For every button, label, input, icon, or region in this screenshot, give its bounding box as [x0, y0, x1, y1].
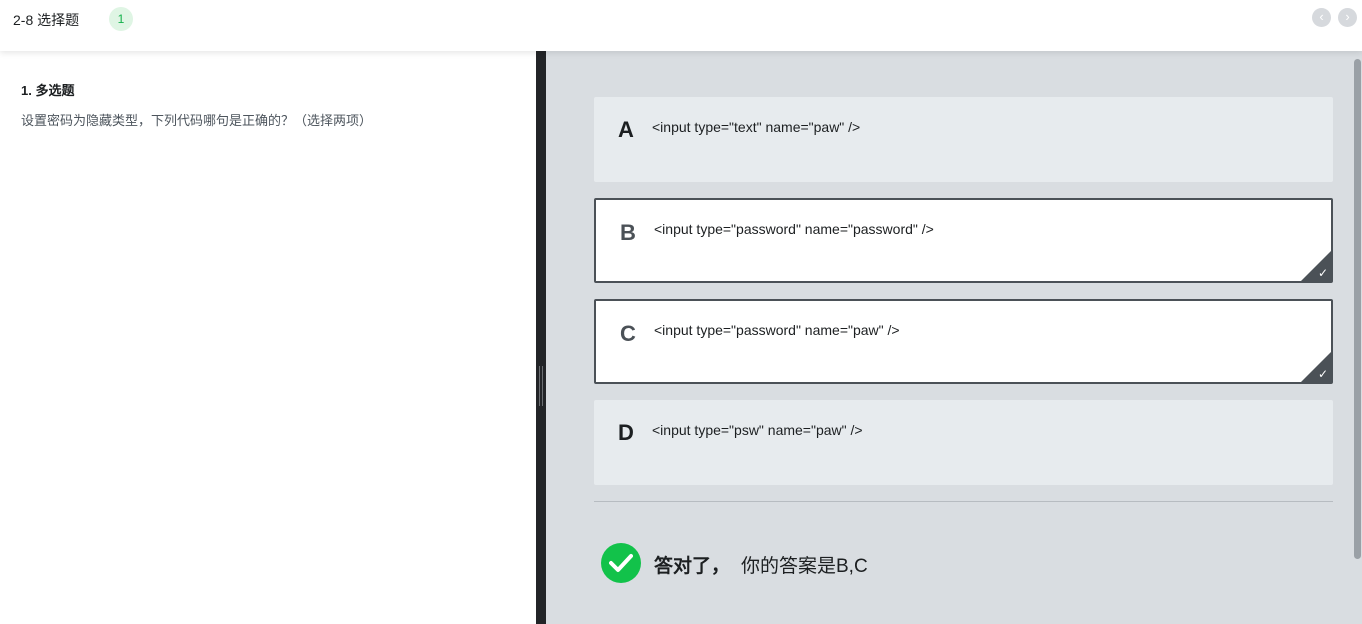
option-d[interactable]: D <input type="psw" name="paw" />	[594, 400, 1333, 485]
chevron-right-icon[interactable]: ›	[1338, 8, 1357, 27]
option-letter: A	[618, 117, 634, 142]
option-code: <input type="password" name="paw" />	[654, 322, 900, 338]
result-status-text: 答对了，	[654, 556, 731, 577]
question-panel: 1. 多选题 设置密码为隐藏类型，下列代码哪句是正确的？（选择两项）	[0, 51, 536, 624]
divider-line	[594, 501, 1333, 502]
question-type-label: 1. 多选题	[21, 83, 75, 98]
option-b[interactable]: B <input type="password" name="password"…	[594, 198, 1333, 283]
scrollbar[interactable]	[1354, 59, 1361, 559]
option-letter: C	[620, 321, 636, 346]
option-a[interactable]: A <input type="text" name="paw" />	[594, 97, 1333, 182]
question-text: 设置密码为隐藏类型，下列代码哪句是正确的？（选择两项）	[21, 113, 373, 128]
check-circle-icon	[601, 543, 641, 583]
option-code: <input type="password" name="password" /…	[654, 221, 934, 237]
panel-resize-handle[interactable]	[536, 51, 546, 624]
result-answer-text: 你的答案是B,C	[741, 556, 868, 577]
question-count-badge: 1	[109, 7, 133, 31]
checkmark-icon: ✓	[1317, 266, 1328, 280]
drag-grip-icon[interactable]	[539, 366, 543, 406]
page-title: 2-8 选择题	[13, 12, 80, 28]
option-c[interactable]: C <input type="password" name="paw" /> ✓	[594, 299, 1333, 384]
checkmark-icon: ✓	[1317, 367, 1328, 381]
answer-panel: A <input type="text" name="paw" /> B <in…	[546, 51, 1362, 624]
option-code: <input type="text" name="paw" />	[652, 119, 861, 135]
option-letter: D	[618, 420, 634, 445]
top-bar: 2-8 选择题 1 ‹ ›	[0, 0, 1362, 51]
option-letter: B	[620, 220, 636, 245]
option-code: <input type="psw" name="paw" />	[652, 422, 863, 438]
chevron-left-icon[interactable]: ‹	[1312, 8, 1331, 27]
